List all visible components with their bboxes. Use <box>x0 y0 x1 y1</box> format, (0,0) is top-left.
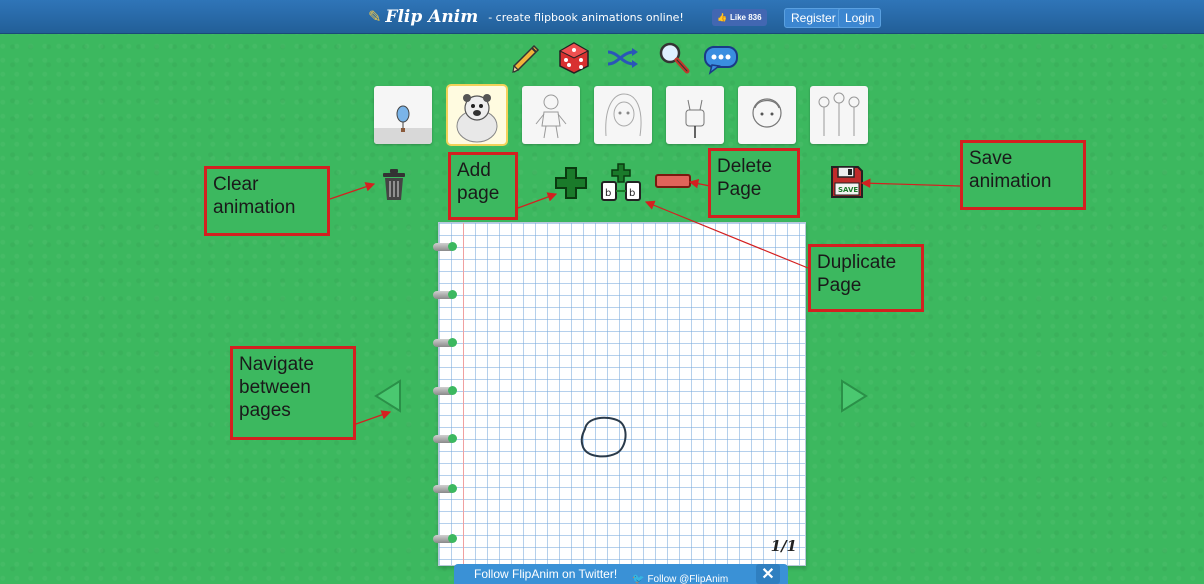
annotation-save: Save animation <box>960 140 1086 210</box>
page-counter: 1/1 <box>770 537 797 555</box>
thumbnail-balloon[interactable] <box>374 86 432 144</box>
thumbnail-bear[interactable] <box>448 86 506 144</box>
svg-text:b: b <box>629 188 635 199</box>
add-page-icon[interactable] <box>554 166 588 205</box>
twitter-bar: Follow FlipAnim on Twitter! 🐦 Follow @Fl… <box>454 564 788 584</box>
drawn-shape <box>580 416 627 458</box>
duplicate-page-icon[interactable]: b b <box>600 162 644 207</box>
top-bar: ✎ Flip Anim - create flipbook animations… <box>0 0 1204 34</box>
twitter-bird-icon: 🐦 <box>632 573 645 584</box>
thumbs-up-icon: 👍 <box>717 13 727 22</box>
like-count: Like 836 <box>729 13 762 22</box>
register-button[interactable]: Register <box>784 8 843 28</box>
close-icon[interactable]: ✕ <box>756 564 780 584</box>
thumbnail-bunny[interactable] <box>666 86 724 144</box>
shuffle-icon[interactable] <box>604 40 640 76</box>
annotation-duplicate: Duplicate Page <box>808 244 924 312</box>
chat-icon[interactable] <box>702 40 738 76</box>
facebook-like-button[interactable]: 👍 Like 836 <box>712 9 767 26</box>
dice-icon[interactable] <box>556 40 592 76</box>
spiral-ring <box>433 434 457 443</box>
svg-text:SAVE: SAVE <box>838 186 858 194</box>
pencil-icon[interactable] <box>508 40 544 76</box>
brand[interactable]: ✎ Flip Anim - create flipbook animations… <box>368 6 684 28</box>
svg-text:b: b <box>605 188 611 199</box>
spiral-ring <box>433 484 457 493</box>
thumbnail-anime-girl[interactable] <box>594 86 652 144</box>
spiral-ring <box>433 290 457 299</box>
annotation-delete: Delete Page <box>708 148 800 218</box>
search-icon[interactable] <box>656 40 692 76</box>
annotation-add: Add page <box>448 152 518 220</box>
thumbnail-figure[interactable] <box>522 86 580 144</box>
trash-icon[interactable] <box>380 168 408 207</box>
spiral-ring <box>433 338 457 347</box>
annotation-navigate: Navigate between pages <box>230 346 356 440</box>
delete-page-icon[interactable] <box>654 173 692 194</box>
login-button[interactable]: Login <box>838 8 882 28</box>
app-name: Flip Anim <box>385 7 479 27</box>
spiral-ring <box>433 386 457 395</box>
thumbnail-face[interactable] <box>738 86 796 144</box>
thumbnail-group[interactable] <box>810 86 868 144</box>
drawing-canvas[interactable]: 1/1 <box>433 222 806 566</box>
twitter-follow-button[interactable]: 🐦 Follow @FlipAnim <box>628 572 732 584</box>
next-page-arrow-icon[interactable] <box>838 378 870 419</box>
margin-line <box>463 223 464 565</box>
previous-page-arrow-icon[interactable] <box>372 378 404 419</box>
spiral-ring <box>433 242 457 251</box>
save-icon[interactable]: SAVE <box>830 165 864 204</box>
app-tagline: - create flipbook animations online! <box>488 10 684 24</box>
logo-pencil-icon: ✎ <box>368 9 382 26</box>
spiral-ring <box>433 534 457 543</box>
annotation-clear: Clear animation <box>204 166 330 236</box>
twitter-follow-label: Follow @FlipAnim <box>647 573 729 584</box>
twitter-message: Follow FlipAnim on Twitter! <box>474 567 618 581</box>
